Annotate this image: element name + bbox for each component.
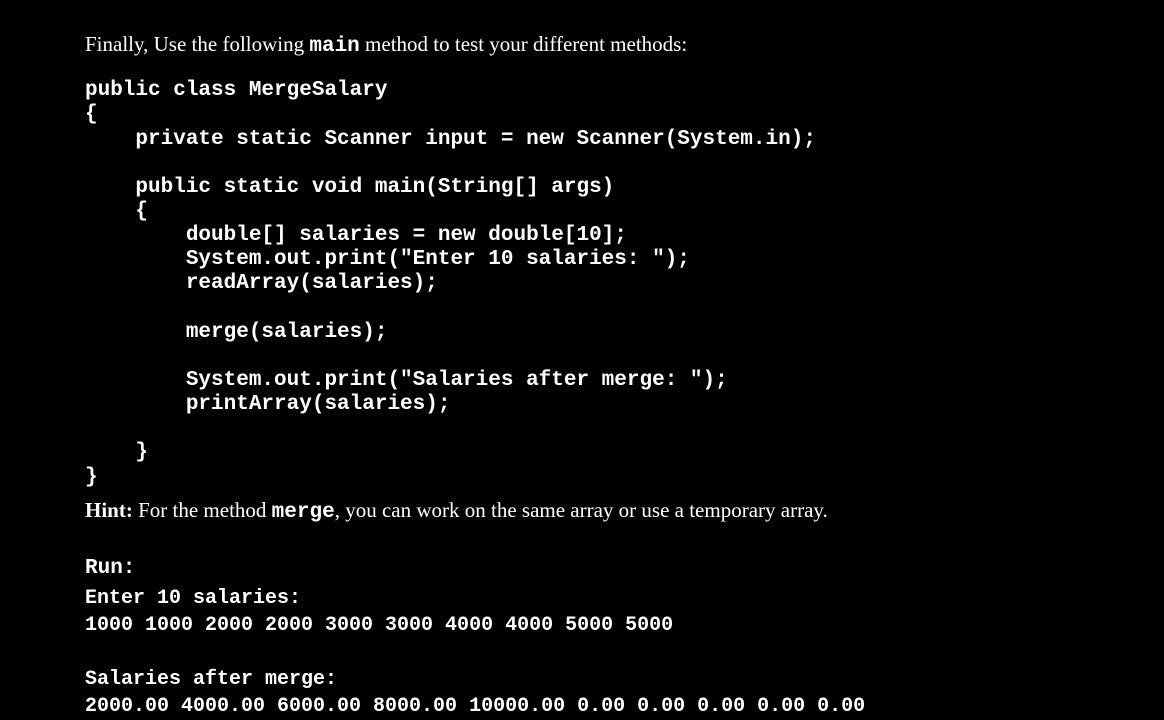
hint-code-word: merge	[272, 501, 335, 524]
intro-prefix: Finally, Use the following	[85, 32, 309, 56]
intro-code-word: main	[309, 35, 359, 58]
intro-suffix: method to test your different methods:	[360, 32, 687, 56]
hint-suffix: , you can work on the same array or use …	[335, 498, 828, 522]
hint-label: Hint:	[85, 498, 133, 522]
run-label: Run:	[85, 555, 1079, 583]
intro-text: Finally, Use the following main method t…	[85, 30, 1079, 61]
hint-prefix: For the method	[133, 498, 272, 522]
code-block: public class MergeSalary { private stati…	[85, 79, 1079, 489]
hint-text: Hint: For the method merge, you can work…	[85, 496, 1079, 527]
